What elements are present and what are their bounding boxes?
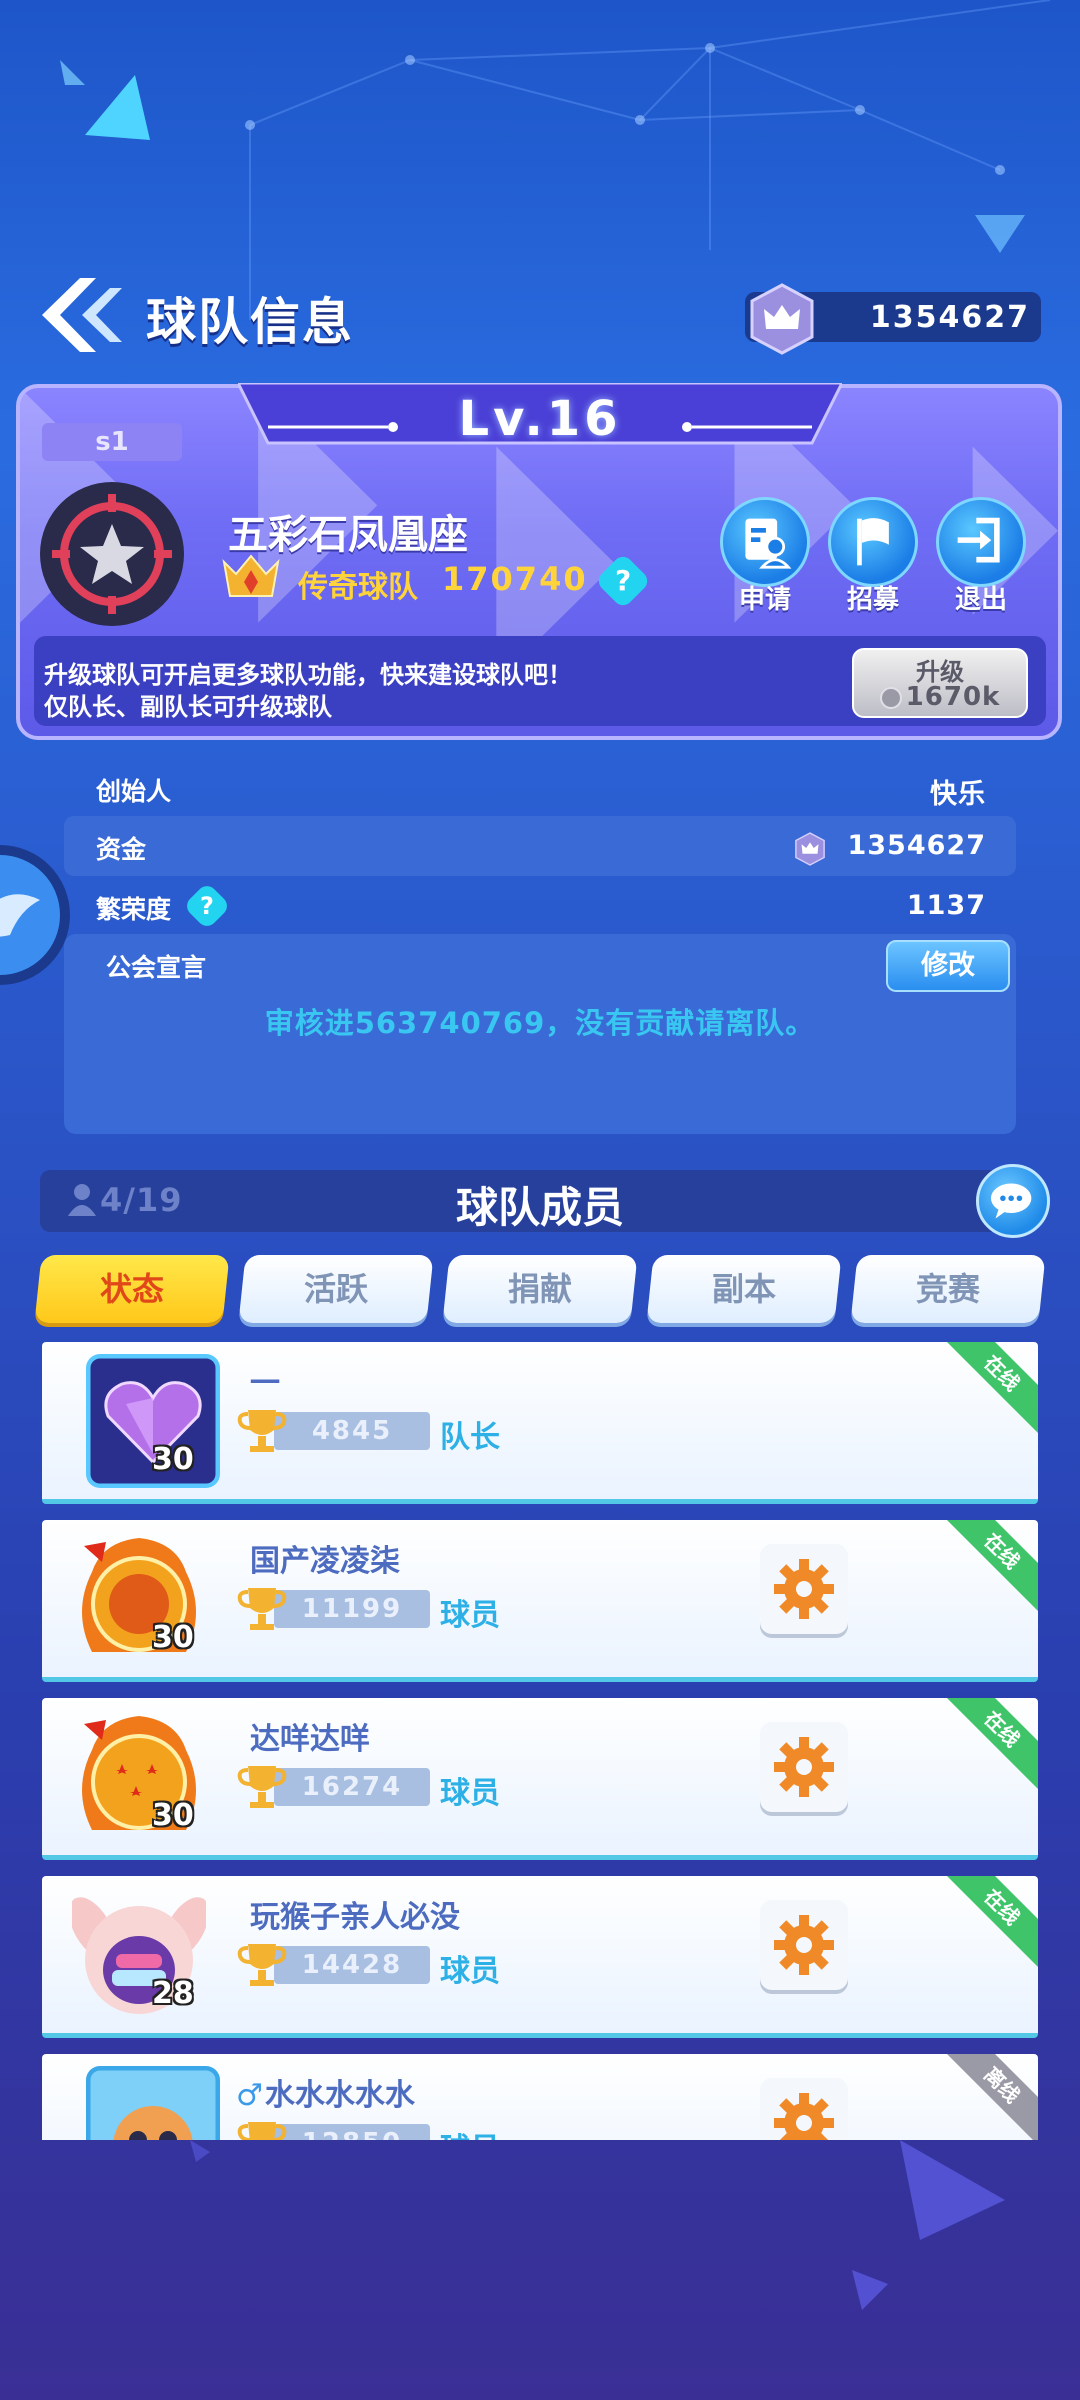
gear-icon <box>774 1559 834 1619</box>
member-role: 球员 <box>440 1954 500 1989</box>
trophy-icon <box>237 1588 287 1630</box>
member-list[interactable]: 在线 30 一 4845 队长 在线 30 国产凌凌柒 11199 球员 在线 … <box>0 1338 1080 2140</box>
apply-label: 申请 <box>738 585 791 615</box>
member-row[interactable]: 在线 30 一 4845 队长 <box>42 1342 1038 1504</box>
prosperity-value: 1137 <box>906 890 986 921</box>
rank-label: 传奇球队 <box>298 570 418 605</box>
member-role: 球员 <box>440 1598 500 1633</box>
triangle-decoration <box>60 60 150 140</box>
flag-icon <box>857 518 889 566</box>
tab-competition[interactable]: 竞赛 <box>850 1255 1046 1323</box>
member-settings-button[interactable] <box>760 1544 848 1634</box>
trophy-score: 11199 <box>274 1590 430 1628</box>
back-arrow-icon[interactable] <box>30 270 130 360</box>
founder-label: 创始人 <box>96 777 172 806</box>
founder-value: 快乐 <box>930 779 986 810</box>
background-network-decoration <box>245 0 1051 320</box>
avatar-level: 28 <box>152 1976 194 2011</box>
coin-icon <box>879 686 902 709</box>
edit-declaration-button[interactable]: 修改 <box>886 940 1010 992</box>
recruit-label: 招募 <box>846 585 899 615</box>
team-emblem-icon <box>40 482 184 626</box>
crown-gem-icon <box>750 283 814 355</box>
avatar-level: 30 <box>152 1798 194 1833</box>
notice-line-2: 仅队长、副队长可升级球队 <box>44 693 332 721</box>
member-role: 球员 <box>440 1776 500 1811</box>
funds-value: 1354627 <box>847 830 986 861</box>
currency-value: 1354627 <box>869 300 1030 335</box>
member-name: 一 <box>250 1366 280 1401</box>
prosperity-label: 繁荣度 <box>96 895 172 924</box>
tab-status[interactable]: 状态 <box>34 1255 230 1323</box>
page-title: 球队信息 <box>146 293 354 351</box>
member-row[interactable]: 在线 28 玩猴子亲人必没 14428 球员 <box>42 1876 1038 2038</box>
member-role: 球员 <box>440 2124 500 2140</box>
status-tag: 在线 <box>940 1342 1038 1435</box>
avatar-level: 30 <box>152 1620 194 1655</box>
trophy-score: 14428 <box>274 1946 430 1984</box>
recruit-button[interactable] <box>828 497 918 587</box>
member-name: 玩猴子亲人必没 <box>250 1900 460 1935</box>
notice-line-1: 升级球队可开启更多球队功能，快来建设球队吧！ <box>44 661 572 689</box>
trophy-icon <box>237 1410 287 1452</box>
status-tag: 在线 <box>940 1876 1038 1969</box>
trophy-score: 4845 <box>274 1412 430 1450</box>
team-level: Lv.16 <box>458 391 622 447</box>
status-tag: 在线 <box>940 1520 1038 1613</box>
member-role: 队长 <box>440 1420 500 1455</box>
member-row[interactable]: 离线 ♂水水水水水 12850 球员 <box>42 2054 1038 2140</box>
exit-button[interactable] <box>936 497 1026 587</box>
declaration-text: 审核进563740769，没有贡献请离队。 <box>264 1006 816 1040</box>
status-tag: 离线 <box>940 2054 1038 2140</box>
member-name: 国产凌凌柒 <box>250 1544 400 1579</box>
gear-icon <box>774 1737 834 1797</box>
season-badge: s1 <box>42 423 182 461</box>
member-row[interactable]: 在线 30 达咩达咩 16274 球员 <box>42 1698 1038 1860</box>
status-tag: 在线 <box>940 1698 1038 1791</box>
member-settings-button[interactable] <box>760 1722 848 1812</box>
crown-gem-icon <box>795 832 825 866</box>
fox-cat-avatar[interactable] <box>86 2066 220 2140</box>
avatar-level: 30 <box>152 1442 194 1477</box>
members-title: 球队成员 <box>455 1183 624 1232</box>
prosperity-help-icon[interactable]: ? <box>182 881 232 931</box>
trophy-icon <box>237 1944 287 1986</box>
member-settings-button[interactable] <box>760 2078 848 2140</box>
gear-icon <box>774 2093 834 2140</box>
gear-icon <box>774 1915 834 1975</box>
chat-bubble-icon <box>990 1183 1032 1219</box>
trophy-score: 16274 <box>274 1768 430 1806</box>
tab-dungeon[interactable]: 副本 <box>646 1255 842 1323</box>
member-settings-button[interactable] <box>760 1900 848 1990</box>
member-name: 达咩达咩 <box>250 1722 370 1757</box>
trophy-score: 12850 <box>274 2124 430 2140</box>
trophy-icon <box>237 1766 287 1808</box>
tab-activity[interactable]: 活跃 <box>238 1255 434 1323</box>
member-count: 4/19 <box>100 1181 183 1219</box>
person-icon <box>68 1184 96 1216</box>
tab-donation[interactable]: 捐献 <box>442 1255 638 1323</box>
apply-icon <box>745 518 792 569</box>
legend-rank-icon <box>222 554 280 597</box>
male-gender-icon: ♂ <box>236 2078 263 2113</box>
upgrade-cost: 1670k <box>852 682 1028 712</box>
rank-score: 170740 <box>442 560 588 598</box>
apply-button[interactable] <box>720 497 810 587</box>
member-row[interactable]: 在线 30 国产凌凌柒 11199 球员 <box>42 1520 1038 1682</box>
triangle-decoration-small <box>975 215 1025 253</box>
exit-label: 退出 <box>954 585 1007 615</box>
trophy-icon <box>237 2122 287 2140</box>
member-name: ♂水水水水水 <box>236 2078 415 2113</box>
declaration-label: 公会宣言 <box>106 953 207 982</box>
funds-label: 资金 <box>96 835 147 864</box>
dolphin-mascot-icon[interactable] <box>0 840 72 990</box>
bottom-triangle-decoration <box>190 2140 1005 2310</box>
chat-button[interactable] <box>976 1164 1050 1238</box>
exit-icon <box>957 517 1000 563</box>
